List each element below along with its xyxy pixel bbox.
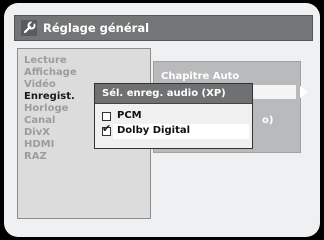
- title-bar: Réglage général: [14, 15, 313, 41]
- menu-item-video[interactable]: Vidéo: [24, 79, 56, 90]
- submenu-partial-text: o): [262, 115, 274, 126]
- popup-title: Sél. enreg. audio (XP): [95, 84, 252, 104]
- menu-item-affichage[interactable]: Affichage: [24, 67, 77, 78]
- option-label-dolby-digital: Dolby Digital: [117, 125, 191, 136]
- menu-item-hdmi[interactable]: HDMI: [24, 139, 54, 150]
- menu-item-divx[interactable]: DivX: [24, 127, 50, 138]
- menu-item-horloge[interactable]: Horloge: [24, 103, 68, 114]
- menu-item-canal[interactable]: Canal: [24, 115, 55, 126]
- audio-record-popup: Sél. enreg. audio (XP) PCM ✔ Dolby Digit…: [94, 83, 253, 149]
- menu-item-lecture[interactable]: Lecture: [24, 55, 67, 66]
- menu-item-enregist[interactable]: Enregist.: [24, 91, 75, 102]
- osd-screen: Réglage général Lecture Affichage Vidéo …: [4, 3, 320, 237]
- option-dolby-digital[interactable]: ✔ Dolby Digital: [95, 123, 252, 140]
- option-pcm[interactable]: PCM: [95, 109, 252, 125]
- wrench-icon: [21, 20, 37, 36]
- arrow-right-icon: [300, 86, 308, 98]
- window-title: Réglage général: [43, 21, 150, 35]
- checkbox-pcm[interactable]: [102, 112, 111, 121]
- checkbox-dolby-digital[interactable]: ✔: [102, 123, 111, 136]
- submenu-item-chapitre-auto[interactable]: Chapitre Auto: [161, 71, 239, 82]
- option-label-pcm: PCM: [117, 110, 142, 121]
- checkmark-icon: ✔: [102, 122, 112, 135]
- menu-item-raz[interactable]: RAZ: [24, 151, 47, 162]
